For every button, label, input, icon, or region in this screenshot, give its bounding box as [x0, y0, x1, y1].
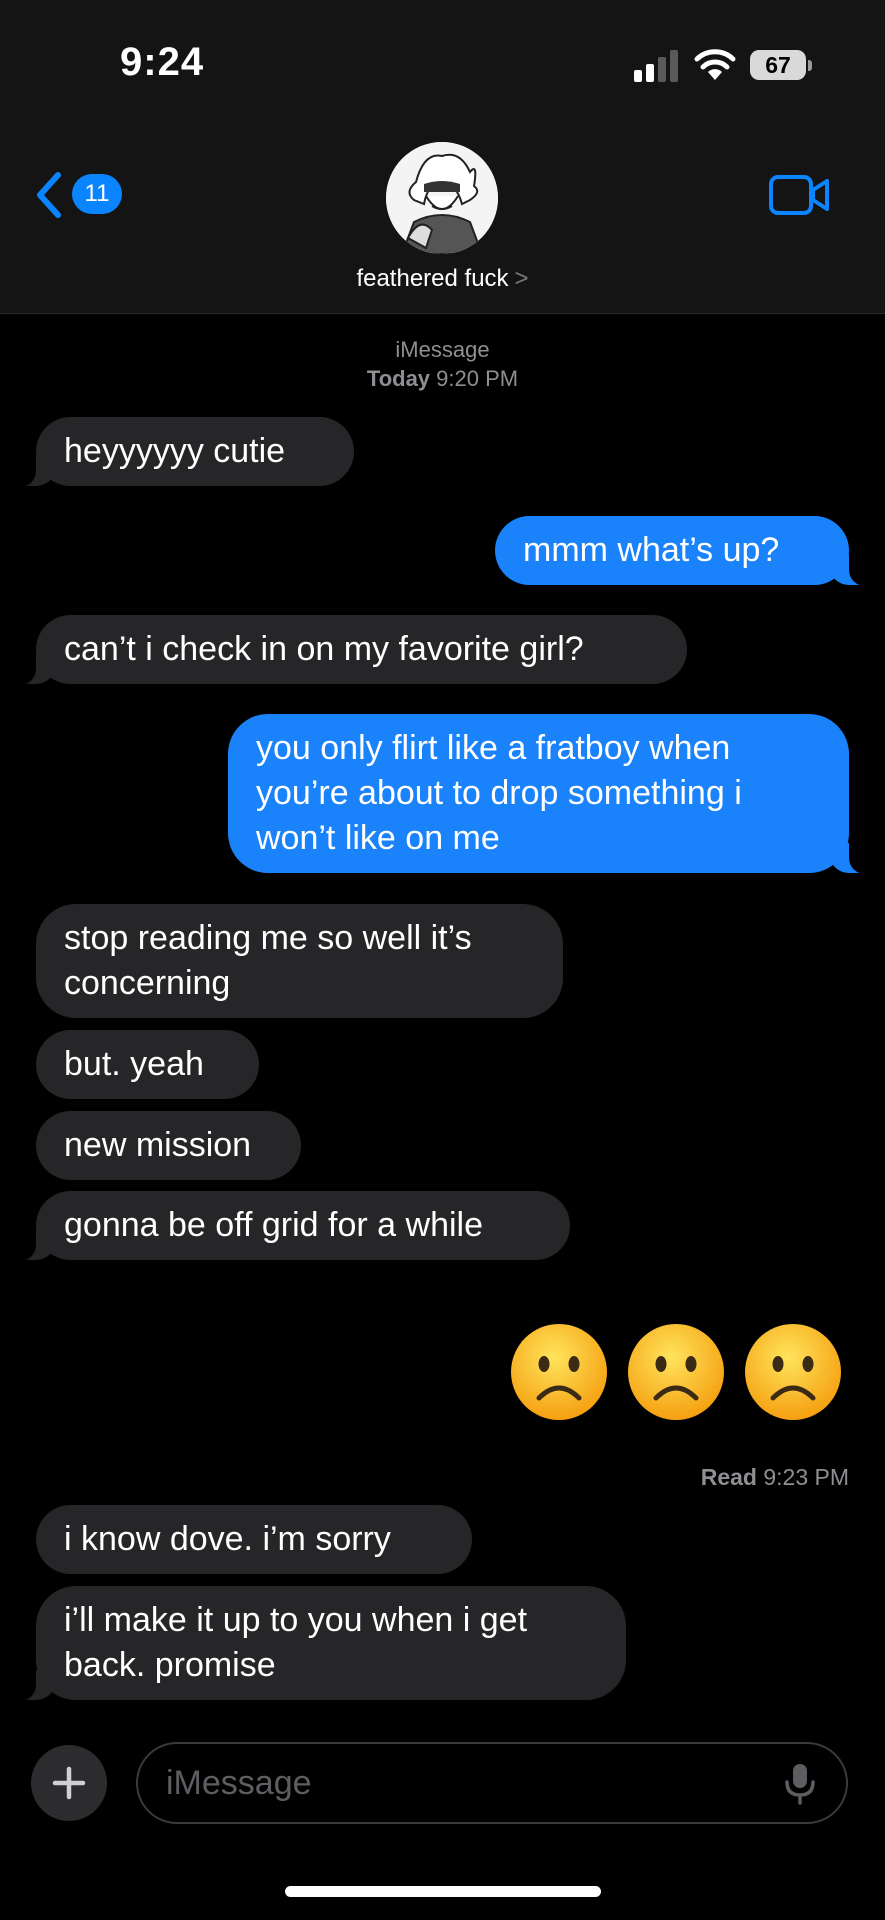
- message-text: i know dove. i’m sorry: [64, 1520, 391, 1558]
- message-bubble-incoming[interactable]: i’ll make it up to you when i get back. …: [10, 1586, 626, 1701]
- message-bubble-incoming[interactable]: new mission: [36, 1111, 301, 1180]
- video-call-icon[interactable]: [768, 172, 832, 218]
- plus-icon: [52, 1766, 86, 1800]
- contact-avatar[interactable]: [386, 142, 498, 254]
- wifi-icon: [694, 49, 736, 80]
- timestamp-time: 9:20 PM: [436, 366, 519, 391]
- frowning-face-icon: [628, 1324, 724, 1420]
- message-text: i’ll make it up to you when i get back. …: [64, 1601, 528, 1684]
- cellular-signal-icon: [634, 50, 680, 82]
- add-attachment-button[interactable]: [31, 1745, 107, 1821]
- service-label: iMessage: [395, 337, 490, 362]
- message-bubble-incoming[interactable]: but. yeah: [36, 1030, 259, 1099]
- contact-name: feathered fuck: [356, 265, 509, 292]
- message-text: but. yeah: [64, 1045, 204, 1083]
- message-bubble-incoming[interactable]: can’t i check in on my favorite girl?: [10, 615, 687, 685]
- read-time: 9:23 PM: [763, 1464, 849, 1490]
- battery-nub: [808, 60, 812, 71]
- emoji-message-outgoing[interactable]: [509, 1322, 843, 1422]
- battery-level: 67: [765, 52, 791, 78]
- message-bubble-incoming[interactable]: heyyyyyy cutie: [10, 417, 354, 487]
- message-text: gonna be off grid for a while: [64, 1206, 483, 1244]
- frowning-face-icon: [745, 1324, 841, 1420]
- contact-name-button[interactable]: feathered fuck >: [0, 265, 885, 293]
- frowning-face-icon: [511, 1324, 607, 1420]
- timestamp-day: Today: [366, 366, 431, 391]
- chevron-left-icon: [37, 172, 61, 218]
- status-time: 9:24: [120, 40, 205, 84]
- message-text: stop reading me so well it’s concerning: [64, 919, 472, 1002]
- battery-icon: 67: [750, 50, 806, 80]
- read-label: Read: [700, 1464, 757, 1490]
- message-input[interactable]: [136, 1742, 848, 1824]
- message-bubble-incoming[interactable]: i know dove. i’m sorry: [36, 1505, 472, 1574]
- read-receipt: Read 9:23 PM: [701, 1464, 849, 1491]
- message-bubble-incoming[interactable]: stop reading me so well it’s concerning: [36, 904, 563, 1018]
- status-bar: 9:24 67: [0, 0, 885, 120]
- message-text: you only flirt like a fratboy when you’r…: [256, 729, 742, 857]
- home-indicator[interactable]: [285, 1886, 601, 1897]
- back-button[interactable]: 11: [34, 170, 134, 220]
- avatar-drawing: [386, 142, 498, 254]
- microphone-icon[interactable]: [782, 1762, 818, 1806]
- message-text: can’t i check in on my favorite girl?: [64, 630, 584, 668]
- message-text: new mission: [64, 1126, 252, 1164]
- conversation-timestamp: Today 9:20 PM: [0, 366, 885, 392]
- message-text: heyyyyyy cutie: [64, 432, 286, 470]
- message-text: mmm what’s up?: [523, 531, 780, 569]
- message-bubble-incoming[interactable]: gonna be off grid for a while: [10, 1191, 570, 1261]
- chevron-right-icon: >: [514, 265, 529, 292]
- unread-count-badge: 11: [72, 174, 122, 214]
- conversation-header: 11 feathered fuck >: [0, 120, 885, 314]
- message-bubble-outgoing[interactable]: mmm what’s up?: [495, 516, 875, 586]
- message-bubble-outgoing[interactable]: you only flirt like a fratboy when you’r…: [228, 714, 875, 874]
